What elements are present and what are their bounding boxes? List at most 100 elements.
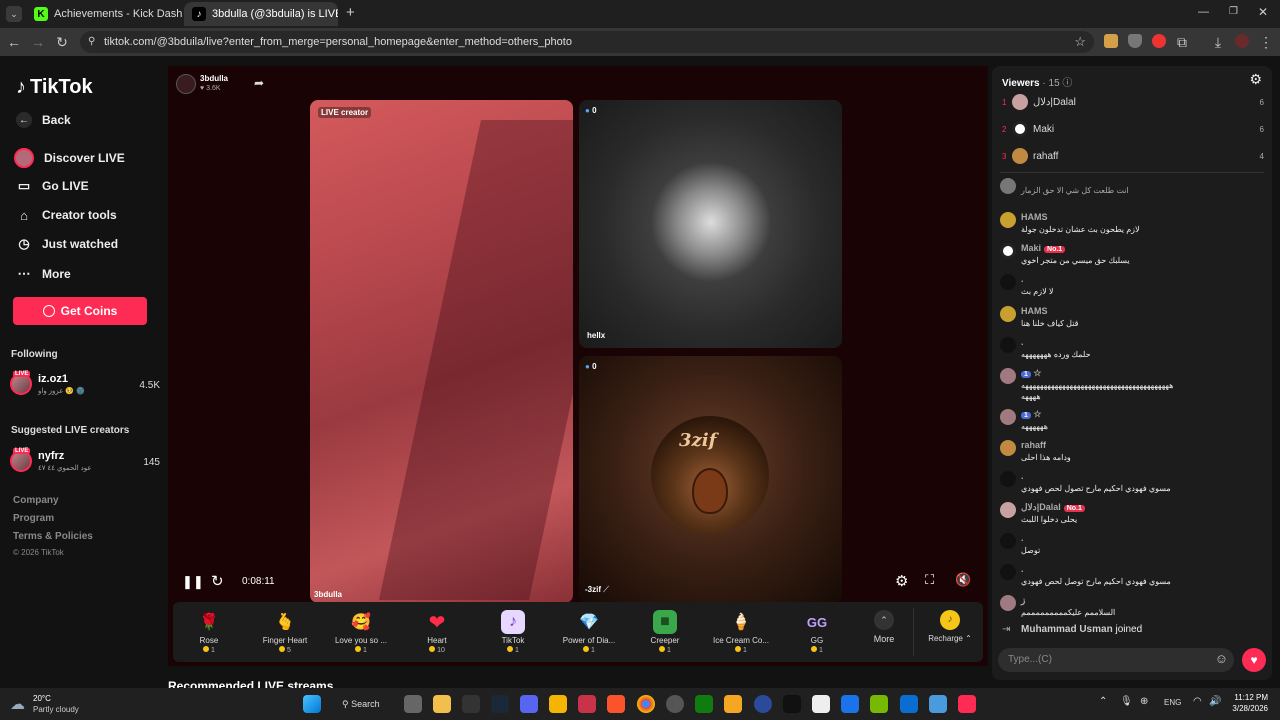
guest-panel-hellx[interactable]: ● 0 hellx bbox=[579, 100, 842, 348]
app-icon[interactable] bbox=[900, 695, 918, 713]
guest-panel-3zif[interactable]: 3zif ● 0 -3zif ⟋ bbox=[579, 356, 842, 603]
gift-creeper[interactable]: ■ Creeper 1 bbox=[629, 606, 701, 654]
host-name[interactable]: 3bdulla bbox=[200, 74, 228, 83]
gift-more-button[interactable]: ⌃ More bbox=[863, 606, 905, 644]
sidebar-item-creator-tools[interactable]: ⌂ Creator tools bbox=[16, 207, 117, 223]
chrome-icon[interactable] bbox=[637, 695, 655, 713]
app-icon[interactable] bbox=[578, 695, 596, 713]
file-explorer-icon[interactable] bbox=[433, 695, 451, 713]
task-view-icon[interactable] bbox=[404, 695, 422, 713]
capcut-icon[interactable] bbox=[812, 695, 830, 713]
extension-icon[interactable] bbox=[1104, 34, 1118, 48]
top-viewer-row[interactable]: 1 دلال|Dalal 6 bbox=[1002, 92, 1264, 112]
shield-icon[interactable] bbox=[1128, 34, 1142, 48]
location-icon[interactable]: ⊕ bbox=[1140, 696, 1148, 707]
wifi-icon[interactable]: ◠ bbox=[1193, 696, 1202, 707]
reload-icon[interactable]: ↻ bbox=[54, 34, 70, 50]
clock[interactable]: 11:12 PM 3/28/2026 bbox=[1228, 693, 1268, 713]
settings-icon[interactable]: ⚙ bbox=[895, 572, 908, 590]
gift-gg[interactable]: GG GG 1 bbox=[781, 606, 853, 655]
gift-ice-cream[interactable]: 🍦 Ice Cream Co... 1 bbox=[705, 606, 777, 654]
sidebar-item-just-watched[interactable]: ◷ Just watched bbox=[16, 236, 118, 252]
epic-games-icon[interactable] bbox=[462, 695, 480, 713]
profile-avatar[interactable] bbox=[1235, 34, 1249, 48]
host-avatar[interactable] bbox=[176, 74, 196, 94]
restore-icon[interactable]: ❐ bbox=[1229, 6, 1238, 17]
windows-start-icon[interactable] bbox=[303, 695, 321, 713]
back-link[interactable]: ← Back bbox=[16, 112, 71, 128]
tab-kick-dashboard[interactable]: K Achievements - Kick Dashboard ✕ bbox=[26, 2, 182, 26]
gift-love-you[interactable]: 🥰 Love you so ... 1 bbox=[325, 606, 397, 654]
footer-terms[interactable]: Terms & Policies bbox=[13, 531, 93, 542]
app-icon[interactable] bbox=[724, 695, 742, 713]
refresh-icon[interactable]: ↻ bbox=[211, 572, 224, 590]
mute-icon[interactable]: 🔇 bbox=[955, 572, 971, 588]
top-viewer-row[interactable]: 2 Maki 6 bbox=[1002, 119, 1264, 139]
site-info-icon[interactable]: ⚲ bbox=[88, 31, 95, 53]
minimize-icon[interactable]: — bbox=[1198, 6, 1209, 18]
microphone-icon[interactable]: 🎙 bbox=[1120, 696, 1133, 707]
steam-icon[interactable] bbox=[491, 695, 509, 713]
tray-overflow-icon[interactable]: ⌃ bbox=[1099, 696, 1107, 707]
live-creator-panel[interactable]: LIVE creator 3bdulla bbox=[310, 100, 573, 603]
menu-dots-icon[interactable]: ⋮ bbox=[1258, 34, 1274, 50]
app-icon[interactable] bbox=[841, 695, 859, 713]
following-user[interactable]: LIVE iz.oz1 عزوز واو 🥺 🌚 4.5K bbox=[10, 371, 160, 399]
rockstar-icon[interactable] bbox=[549, 695, 567, 713]
coin-icon bbox=[735, 646, 742, 652]
puzzle-icon[interactable]: ⧉ bbox=[1174, 34, 1190, 50]
language-indicator[interactable]: ENG bbox=[1164, 698, 1181, 707]
recharge-button[interactable]: ♪ Recharge ⌃ bbox=[921, 606, 979, 643]
steam-alt-icon[interactable] bbox=[666, 695, 684, 713]
join-text: Muhammad Usman joined bbox=[1021, 624, 1142, 635]
emoji-icon[interactable]: ☺ bbox=[1215, 651, 1228, 666]
suggested-user[interactable]: LIVE nyfrz عود الحموي ٤٤ ٤٧ 145 bbox=[10, 448, 160, 476]
fullscreen-icon[interactable]: ⛶ bbox=[925, 572, 934, 588]
recharge-text: Recharge bbox=[928, 634, 963, 643]
volume-icon[interactable]: 🔊 bbox=[1209, 696, 1221, 707]
close-window-icon[interactable]: ✕ bbox=[1258, 5, 1268, 19]
forward-arrow-icon[interactable]: → bbox=[30, 34, 46, 50]
back-arrow-icon[interactable]: ← bbox=[6, 34, 22, 50]
pause-icon[interactable]: ❚❚ bbox=[182, 574, 204, 590]
app-icon[interactable] bbox=[783, 695, 801, 713]
tiktok-icon: ♪ bbox=[192, 7, 206, 21]
tiktok-taskbar-icon[interactable] bbox=[958, 695, 976, 713]
gift-power-of-diamond[interactable]: 💎 Power of Dia... 1 bbox=[553, 606, 625, 654]
bookmark-star-icon[interactable]: ☆ bbox=[1074, 31, 1086, 53]
tab-tiktok-live[interactable]: ♪ 3bdulla (@3bduila) is LIVE 🔊 ✕ bbox=[184, 2, 338, 26]
footer-company[interactable]: Company bbox=[13, 495, 59, 506]
gift-tiktok[interactable]: ♪ TikTok 1 bbox=[477, 606, 549, 654]
new-tab-button[interactable]: + bbox=[346, 4, 355, 21]
info-icon[interactable]: ⓘ bbox=[1062, 78, 1072, 89]
brave-icon[interactable] bbox=[607, 695, 625, 713]
gift-rose[interactable]: 🌹 Rose 1 bbox=[173, 606, 245, 654]
nvidia-icon[interactable] bbox=[870, 695, 888, 713]
weather-widget[interactable]: ☁ 20°C Partly cloudy bbox=[10, 692, 100, 716]
sidebar-item-discover-live[interactable]: Discover LIVE bbox=[14, 148, 125, 168]
top-viewer-row[interactable]: 3 rahaff 4 bbox=[1002, 146, 1264, 166]
chat-input[interactable]: Type...(C) ☺ bbox=[998, 648, 1234, 672]
tiktok-logo[interactable]: ♪ TikTok bbox=[16, 76, 93, 99]
ea-icon[interactable] bbox=[754, 695, 772, 713]
get-coins-button[interactable]: Get Coins bbox=[13, 297, 147, 325]
taskbar-search[interactable]: ⚲ Search bbox=[334, 694, 392, 714]
footer-program[interactable]: Program bbox=[13, 513, 54, 524]
avatar bbox=[1000, 595, 1016, 611]
app-icon[interactable] bbox=[929, 695, 947, 713]
sidebar-item-go-live[interactable]: ▭ Go LIVE bbox=[16, 178, 89, 194]
tab-search-button[interactable]: ⌄ bbox=[6, 6, 22, 22]
score-badge: ● 0 bbox=[585, 362, 597, 371]
url-field[interactable]: ⚲ tiktok.com/@3bduila/live?enter_from_me… bbox=[80, 31, 1094, 53]
gift-finger-heart[interactable]: 🫰 Finger Heart 5 bbox=[249, 606, 321, 654]
send-heart-button[interactable]: ♥ bbox=[1242, 648, 1266, 672]
settings-icon[interactable]: ⚙ bbox=[1249, 71, 1262, 88]
discord-icon[interactable] bbox=[520, 695, 538, 713]
share-icon[interactable]: ➦ bbox=[254, 76, 264, 90]
sidebar-item-label: Just watched bbox=[42, 237, 119, 251]
download-icon[interactable]: ⤓ bbox=[1210, 34, 1226, 50]
gift-heart[interactable]: ❤ Heart 10 bbox=[401, 606, 473, 655]
xbox-icon[interactable] bbox=[695, 695, 713, 713]
sidebar-item-more[interactable]: ⋯ More bbox=[16, 266, 71, 282]
record-icon[interactable] bbox=[1152, 34, 1166, 48]
